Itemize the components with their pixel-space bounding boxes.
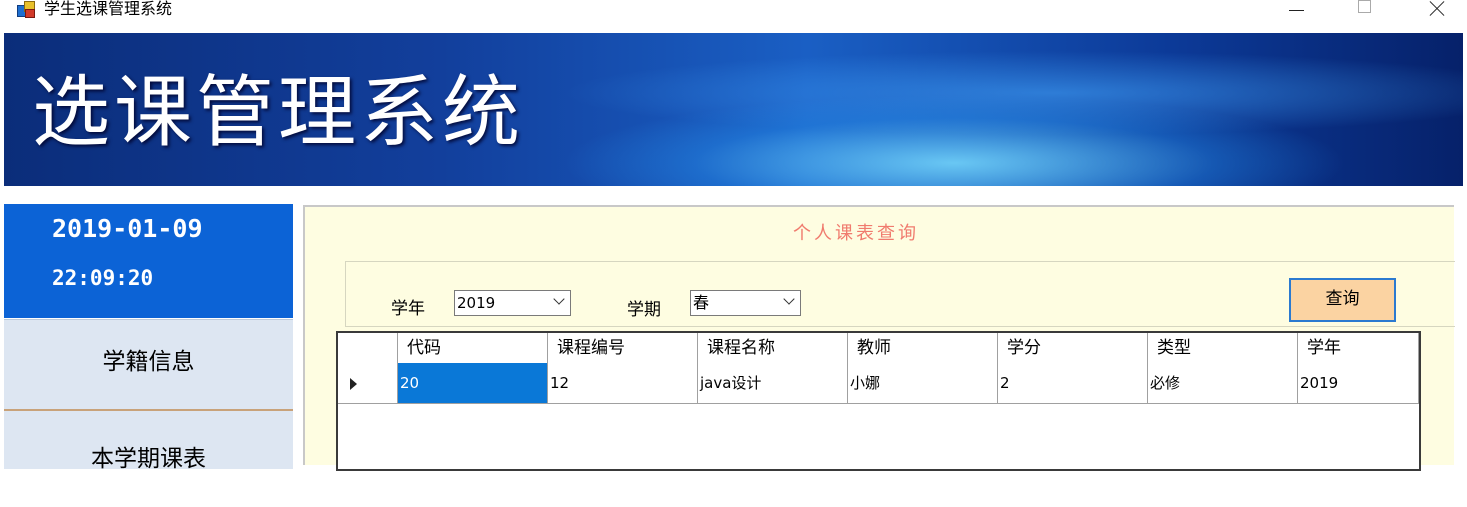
- column-header[interactable]: 学分: [998, 333, 1148, 363]
- row-header[interactable]: [338, 363, 398, 403]
- current-date: 2019-01-09: [52, 214, 203, 243]
- query-button[interactable]: 查询: [1289, 278, 1396, 322]
- sidebar-item-semester-schedule[interactable]: 本学期课表: [4, 409, 293, 472]
- sidebar-item-label: 本学期课表: [91, 446, 206, 472]
- filter-bar: 学年 2019 学期 春 查询: [345, 261, 1455, 327]
- app-icon: [17, 1, 35, 18]
- term-label: 学期: [627, 300, 661, 320]
- table-cell[interactable]: 12: [548, 363, 698, 403]
- year-select-value: 2019: [457, 294, 496, 312]
- term-select-value: 春: [693, 293, 710, 312]
- year-select[interactable]: 2019: [454, 290, 571, 316]
- banner-title: 选课管理系统: [32, 68, 525, 158]
- column-header[interactable]: 课程名称: [698, 333, 848, 363]
- row-selector-icon: [350, 378, 357, 390]
- term-select[interactable]: 春: [690, 290, 801, 316]
- table-header-row: 代码 课程编号 课程名称 教师 学分 类型 学年: [338, 333, 1419, 364]
- table-cell[interactable]: 2: [998, 363, 1148, 403]
- page-title: 个人课表查询: [793, 223, 919, 244]
- column-header[interactable]: 代码: [398, 333, 548, 363]
- current-time: 22:09:20: [52, 266, 154, 290]
- column-header[interactable]: 课程编号: [548, 333, 698, 363]
- table-row[interactable]: 20 12 java设计 小娜 2 必修 2019: [338, 363, 1419, 404]
- table-cell[interactable]: 20: [398, 363, 548, 403]
- schedule-table[interactable]: 代码 课程编号 课程名称 教师 学分 类型 学年 20 12 java设计 小娜…: [336, 331, 1421, 471]
- close-icon[interactable]: [1413, 0, 1459, 20]
- clock-panel: 2019-01-09 22:09:20: [4, 204, 293, 318]
- column-header[interactable]: 学年: [1298, 333, 1419, 363]
- sidebar-item-label: 学籍信息: [102, 349, 195, 375]
- table-cell[interactable]: java设计: [698, 363, 848, 403]
- chevron-down-icon[interactable]: [783, 293, 795, 305]
- column-header[interactable]: 教师: [848, 333, 998, 363]
- row-header-corner[interactable]: [338, 333, 398, 363]
- table-cell[interactable]: 2019: [1298, 363, 1419, 403]
- window-title: 学生选课管理系统: [44, 0, 173, 18]
- table-cell[interactable]: 必修: [1148, 363, 1298, 403]
- main-panel: 个人课表查询 学年 2019 学期 春 查询 代码 课程编号 课程名称 教师 学…: [303, 205, 1455, 471]
- header-banner: 选课管理系统: [4, 33, 1463, 186]
- chevron-down-icon[interactable]: [553, 293, 565, 305]
- sidebar-item-student-records[interactable]: 学籍信息: [4, 319, 293, 410]
- column-header[interactable]: 类型: [1148, 333, 1298, 363]
- year-label: 学年: [391, 299, 425, 319]
- table-cell[interactable]: 小娜: [848, 363, 998, 403]
- maximize-icon[interactable]: [1343, 0, 1389, 20]
- title-bar: 学生选课管理系统: [0, 0, 1467, 32]
- minimize-icon[interactable]: [1274, 0, 1320, 20]
